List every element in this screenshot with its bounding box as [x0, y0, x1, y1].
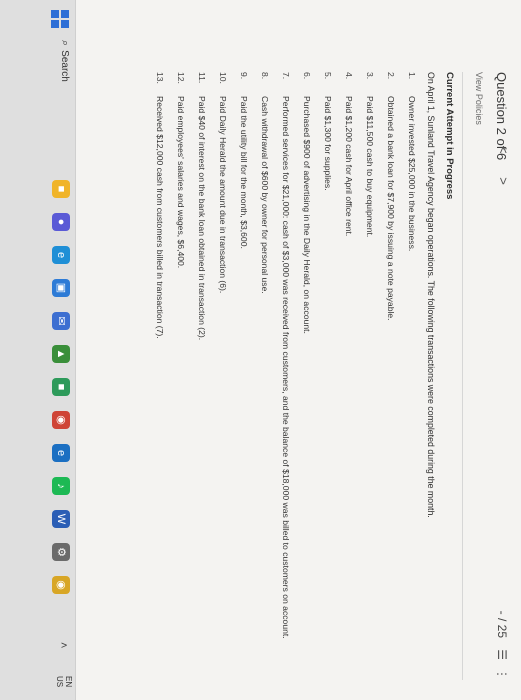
item-number: 5.	[323, 72, 333, 80]
item-text: Paid $1,200 cash for April office rent.	[344, 96, 354, 237]
list-item: 11. Paid $40 of interest on the bank loan…	[196, 72, 207, 672]
question-nav-arrows[interactable]: < >	[496, 146, 511, 195]
list-item: 2. Obtained a bank loan for $7,900 by iss…	[385, 72, 396, 672]
spotify-icon[interactable]: ♪	[52, 477, 70, 495]
list-item: 8. Cash withdrawal of $600 by owner for p…	[259, 72, 270, 672]
windows-start-icon[interactable]	[51, 10, 69, 28]
item-number: 9.	[239, 72, 249, 80]
chevron-up-icon[interactable]: ˄	[57, 642, 69, 648]
item-number: 11.	[197, 72, 207, 84]
edge-blue-icon[interactable]: e	[52, 444, 70, 462]
taskbar: ⌕ Search ■ ● e ▣ ✉ ▲ ■ ◉ e ♪ W ⚙ ◉ ˄ EN US	[0, 0, 76, 700]
item-number: 7.	[281, 72, 291, 80]
item-text: Cash withdrawal of $600 by owner for per…	[260, 96, 270, 294]
item-number: 2.	[386, 72, 396, 80]
language-indicator[interactable]: EN US	[55, 676, 73, 687]
list-item: 12. Paid employees' salaries and wages, $…	[175, 72, 186, 672]
item-text: Obtained a bank loan for $7,900 by issui…	[386, 96, 396, 321]
item-number: 1.	[407, 72, 417, 80]
video-call-icon[interactable]: ●	[52, 213, 70, 231]
transaction-list: 1. Owner invested $25,000 in the business…	[154, 72, 417, 672]
item-text: Paid $11,500 cash to buy equipment.	[365, 96, 375, 238]
language-code: EN	[64, 676, 73, 688]
settings-icon[interactable]: ⚙	[52, 543, 70, 561]
quiz-page: Question 2 of 6 < > - / 25 ☰ ⋮ View Poli…	[76, 0, 521, 700]
item-number: 8.	[260, 72, 270, 80]
item-text: Paid $1,300 for supplies.	[323, 96, 333, 191]
taskbar-search[interactable]: ⌕ Search	[51, 40, 71, 110]
item-text: Paid employees' salaries and wages, $6,4…	[176, 96, 186, 269]
item-text: Paid the utility bill for the month, $3,…	[239, 96, 249, 249]
item-number: 3.	[365, 72, 375, 80]
chrome-browser-icon[interactable]: ◉	[52, 576, 70, 594]
monitor-screen: Question 2 of 6 < > - / 25 ☰ ⋮ View Poli…	[0, 0, 521, 700]
item-text: Received $12,000 cash from customers bil…	[155, 96, 165, 339]
list-item: 13. Received $12,000 cash from customers …	[154, 72, 165, 672]
question-header: Question 2 of 6 < > - / 25 ☰ ⋮ View Poli…	[469, 72, 511, 680]
score-display: - / 25	[495, 610, 509, 638]
item-number: 12.	[176, 72, 186, 84]
file-explorer-icon[interactable]: ■	[52, 180, 70, 198]
item-text: Owner invested $25,000 in the business.	[407, 96, 417, 252]
item-text: Performed services for $21,000: cash of …	[281, 96, 291, 639]
item-number: 4.	[344, 72, 354, 80]
list-item: 6. Purchased $900 of advertising in the D…	[301, 72, 312, 672]
photo-viewport: Question 2 of 6 < > - / 25 ☰ ⋮ View Poli…	[0, 0, 521, 700]
search-icon: ⌕	[59, 40, 71, 47]
list-item: 10. Paid Daily Herald the amount due in t…	[217, 72, 228, 672]
view-policies-link[interactable]: View Policies	[474, 72, 484, 125]
item-text: Purchased $900 of advertising in the Dai…	[302, 96, 312, 334]
list-item: 7. Performed services for $21,000: cash o…	[280, 72, 291, 672]
mail-icon[interactable]: ✉	[52, 312, 70, 330]
store-icon[interactable]: ▣	[52, 279, 70, 297]
item-number: 13.	[155, 72, 165, 84]
header-divider	[462, 72, 463, 680]
attempt-heading: Current Attempt in Progress	[444, 72, 455, 200]
list-item: 4. Paid $1,200 cash for April office rent…	[343, 72, 354, 672]
list-item: 5. Paid $1,300 for supplies.	[322, 72, 333, 672]
question-content: Current Attempt in Progress On April 1, …	[144, 72, 455, 672]
edge-icon[interactable]: e	[52, 246, 70, 264]
item-number: 6.	[302, 72, 312, 80]
list-item: 9. Paid the utility bill for the month, $…	[238, 72, 249, 672]
app-icon[interactable]: ▲	[52, 345, 70, 363]
region-code: US	[55, 676, 64, 688]
question-list-icon[interactable]: ☰	[495, 649, 509, 660]
more-options-icon[interactable]: ⋮	[495, 668, 509, 680]
search-label: Search	[59, 50, 70, 82]
item-text: Paid $40 of interest on the bank loan ob…	[197, 96, 207, 341]
list-item: 3. Paid $11,500 cash to buy equipment.	[364, 72, 375, 672]
list-item: 1. Owner invested $25,000 in the business…	[406, 72, 417, 672]
android-icon[interactable]: ■	[52, 378, 70, 396]
question-intro: On April 1, Sunland Travel Agency began …	[426, 72, 436, 518]
item-text: Paid Daily Herald the amount due in tran…	[218, 96, 228, 294]
chrome-icon[interactable]: ◉	[52, 411, 70, 429]
item-number: 10.	[218, 72, 228, 84]
word-icon[interactable]: W	[52, 510, 70, 528]
